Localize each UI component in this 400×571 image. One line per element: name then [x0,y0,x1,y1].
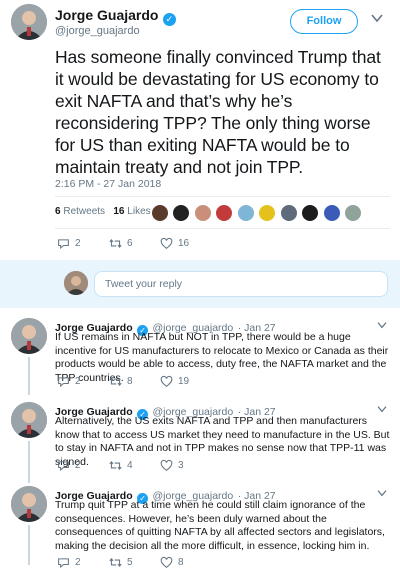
retweets-stat[interactable]: 6 Retweets [55,206,105,217]
chevron-down-icon[interactable] [371,12,383,26]
retweet-count: 6 [127,238,133,249]
reply-author-avatar[interactable] [11,318,47,354]
retweet-button[interactable]: 8 [109,375,133,388]
divider [55,196,390,197]
like-button[interactable]: 19 [160,375,189,388]
divider [55,228,390,229]
like-button[interactable]: 8 [160,556,184,569]
reply-author-avatar[interactable] [11,486,47,522]
follow-button[interactable]: Follow [290,9,358,34]
verified-badge-icon: ✓ [162,13,176,26]
thread-line [28,525,30,565]
retweet-button[interactable]: 4 [109,459,133,472]
reply-button[interactable]: 2 [57,556,81,569]
heart-icon [160,459,173,472]
like-count: 16 [178,238,190,249]
likes-stat[interactable]: 16 Likes [113,206,150,217]
reply-composer-bar: Tweet your reply [0,260,400,308]
reply-input[interactable]: Tweet your reply [94,271,388,297]
reply-count: 2 [75,238,81,249]
chevron-down-icon[interactable] [377,402,387,416]
liker-avatar[interactable] [259,204,276,221]
reply-count: 2 [75,460,81,471]
liker-avatar[interactable] [216,204,233,221]
reply-icon [58,377,69,388]
reply-actions: 2 4 3 [57,459,357,475]
like-count: 19 [178,376,190,387]
reply-text: Trump quit TPP at a time when he could s… [55,499,385,552]
liker-avatar[interactable] [302,204,319,221]
reply-button[interactable]: 2 [57,459,81,472]
author-name[interactable]: Jorge Guajardo [55,7,158,23]
current-user-avatar [64,271,88,295]
author-avatar[interactable] [11,4,47,40]
thread-line [28,357,30,395]
like-count: 8 [178,557,184,568]
retweet-icon [109,460,122,471]
retweet-button[interactable]: 6 [109,237,133,250]
likes-label: Likes [127,206,151,217]
retweet-icon [109,238,122,249]
tweet-actions: 2 6 16 [57,237,357,253]
like-button[interactable]: 16 [160,237,189,250]
retweet-count: 8 [127,376,133,387]
reply-button[interactable]: 2 [57,375,81,388]
retweet-count: 4 [127,460,133,471]
like-count: 3 [178,460,184,471]
liker-avatar[interactable] [173,204,190,221]
chevron-down-icon[interactable] [377,318,387,332]
tweet-text: Has someone finally convinced Trump that… [55,47,381,177]
retweets-label: Retweets [63,206,106,217]
retweet-icon [109,557,122,568]
chevron-down-icon[interactable] [377,486,387,500]
reply-icon [58,461,69,472]
likes-count: 16 [113,206,125,217]
thread-line [28,441,30,483]
liker-avatar[interactable] [152,204,168,221]
reply-button[interactable]: 2 [57,237,81,250]
tweet-timestamp[interactable]: 2:16 PM - 27 Jan 2018 [55,178,161,190]
liker-avatar[interactable] [323,204,340,221]
reply-icon [58,239,69,250]
reply-actions: 2 5 8 [57,556,357,570]
retweet-count: 5 [127,557,133,568]
engagement-stats: 6 Retweets 16 Likes [55,206,151,217]
retweet-button[interactable]: 5 [109,556,133,569]
liker-avatar[interactable] [345,204,362,221]
liker-avatar[interactable] [194,204,211,221]
reply-icon [58,558,69,569]
liker-avatars [152,204,362,222]
reply-actions: 2 8 19 [57,375,357,391]
retweet-icon [109,376,122,387]
heart-icon [160,237,173,250]
liker-avatar[interactable] [280,204,297,221]
author-handle[interactable]: @jorge_guajardo [55,25,140,37]
heart-icon [160,375,173,388]
liker-avatar[interactable] [237,204,254,221]
like-button[interactable]: 3 [160,459,184,472]
reply-count: 2 [75,557,81,568]
reply-author-avatar[interactable] [11,402,47,438]
reply-count: 2 [75,376,81,387]
heart-icon [160,556,173,569]
retweets-count: 6 [55,206,61,217]
